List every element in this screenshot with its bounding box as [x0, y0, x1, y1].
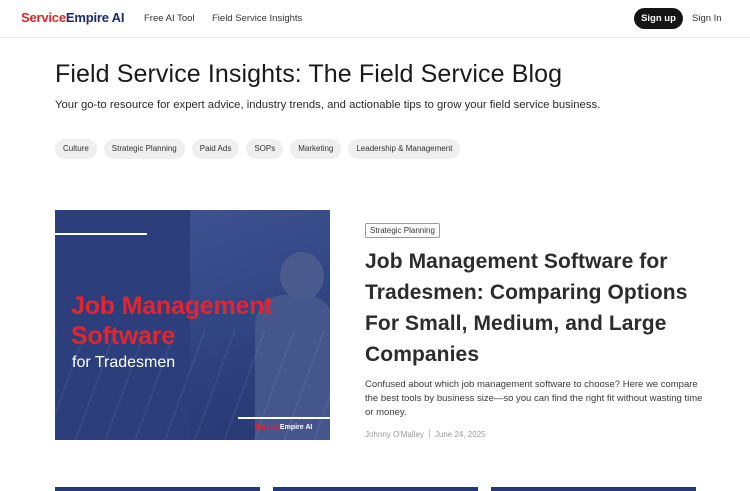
image-title-line1: Job Management	[71, 292, 273, 320]
tag-culture[interactable]: Culture	[55, 139, 97, 159]
tag-paid-ads[interactable]: Paid Ads	[191, 139, 240, 159]
article-author: Johnny O'Malley	[365, 430, 424, 439]
image-logo-text-empire: Empire AI	[279, 424, 313, 431]
page-subtitle: Your go-to resource for expert advice, i…	[55, 99, 601, 111]
worker-silhouette-head	[280, 252, 324, 300]
logo-text-empire: Empire AI	[65, 10, 125, 25]
image-logo-text-service: Service	[255, 424, 280, 431]
decorative-line-top	[55, 233, 147, 235]
sign-up-button[interactable]: Sign up	[634, 8, 683, 29]
logo-text-service: Service	[21, 10, 66, 25]
tag-leadership-management[interactable]: Leadership & Management	[348, 139, 461, 159]
page-title: Field Service Insights: The Field Servic…	[55, 60, 563, 88]
tag-strategic-planning[interactable]: Strategic Planning	[103, 139, 185, 159]
article-card-thumbnail[interactable]	[273, 487, 478, 491]
decorative-line-bottom	[238, 417, 330, 419]
article-excerpt: Confused about which job management soft…	[365, 379, 703, 418]
featured-article-image[interactable]: Job Management Software for Tradesmen Se…	[55, 210, 330, 440]
tag-sops[interactable]: SOPs	[246, 139, 284, 159]
nav-link-free-ai-tool[interactable]: Free AI Tool	[144, 13, 195, 24]
brand-logo[interactable]: ServiceEmpire AI	[21, 10, 124, 25]
image-title-line2: Software	[71, 322, 175, 350]
image-brand-logo: ServiceEmpire AI	[255, 424, 312, 431]
meta-divider	[428, 429, 430, 438]
article-meta: Johnny O'Malley June 24, 2025	[365, 429, 486, 439]
article-category-badge[interactable]: Strategic Planning	[365, 223, 440, 238]
article-date: June 24, 2025	[434, 430, 486, 439]
category-tag-list: Culture Strategic Planning Paid Ads SOPs…	[55, 139, 461, 159]
nav-link-field-service-insights[interactable]: Field Service Insights	[212, 13, 302, 24]
tag-marketing[interactable]: Marketing	[290, 139, 342, 159]
sign-in-link[interactable]: Sign In	[692, 13, 722, 24]
image-subtitle: for Tradesmen	[72, 354, 176, 371]
top-navigation-bar: ServiceEmpire AI Free AI Tool Field Serv…	[0, 0, 750, 38]
article-card-thumbnail[interactable]	[55, 487, 260, 491]
article-card-thumbnail[interactable]	[491, 487, 696, 491]
article-title[interactable]: Job Management Software for Tradesmen: C…	[365, 246, 705, 370]
